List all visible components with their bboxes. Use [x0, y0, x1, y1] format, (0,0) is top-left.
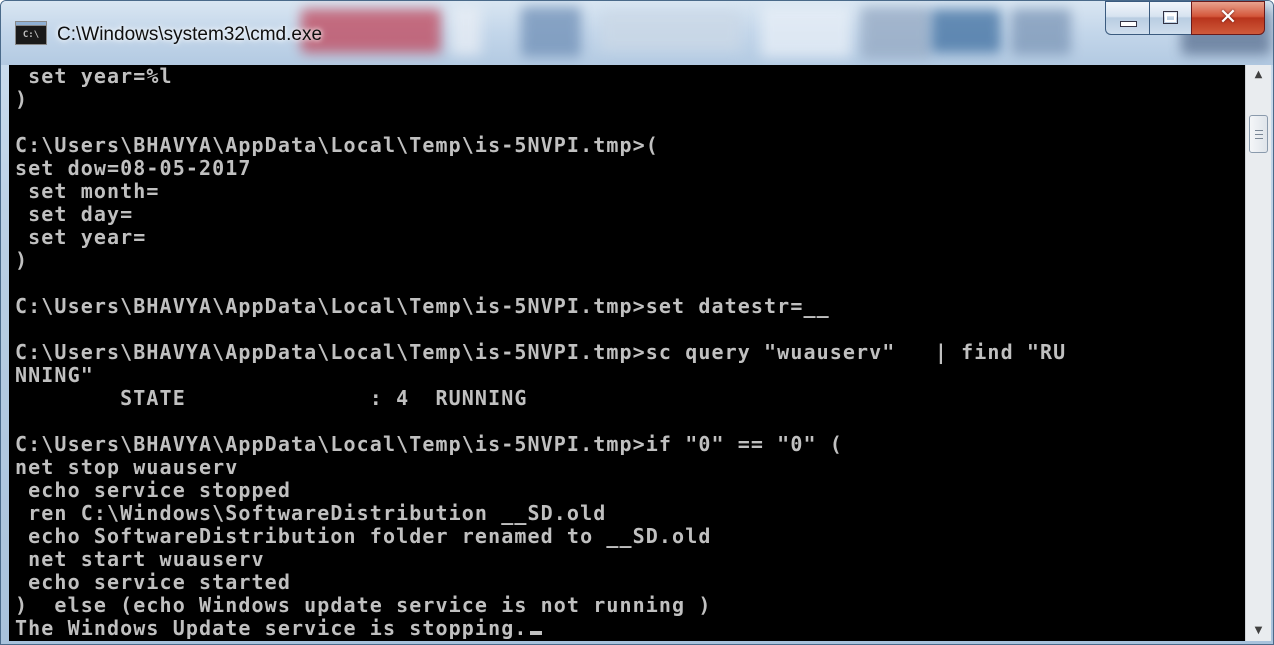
console-line: echo SoftwareDistribution folder renamed… — [15, 524, 712, 548]
console-line: set dow=08-05-2017 — [15, 156, 252, 180]
close-icon: ✕ — [1218, 5, 1238, 30]
vertical-scrollbar[interactable]: ▲ ▼ — [1245, 65, 1271, 641]
aero-blur — [1011, 9, 1071, 55]
aero-blur — [931, 9, 1001, 53]
aero-blur — [451, 5, 481, 55]
console-line: echo service stopped — [15, 478, 291, 502]
console-line: net start wuauserv — [15, 547, 265, 571]
close-button[interactable]: ✕ — [1191, 1, 1265, 35]
aero-blur — [601, 11, 741, 51]
aero-blur — [861, 7, 931, 59]
console-line: C:\Users\BHAVYA\AppData\Local\Temp\is-5N… — [15, 340, 1067, 364]
window-title: C:\Windows\system32\cmd.exe — [57, 24, 323, 45]
console-line: set year=%l — [15, 65, 173, 88]
minimize-button[interactable] — [1105, 1, 1149, 35]
console-last-line: The Windows Update service is stopping. — [15, 617, 1066, 640]
console-output[interactable]: set year=%l ) C:\Users\BHAVYA\AppData\Lo… — [9, 65, 1245, 641]
title-bar[interactable]: C:\ C:\Windows\system32\cmd.exe ✕ — [1, 1, 1273, 65]
console-lines: set year=%l ) C:\Users\BHAVYA\AppData\Lo… — [15, 65, 1066, 640]
console-line: NNING" — [15, 363, 94, 387]
console-line: ren C:\Windows\SoftwareDistribution __SD… — [15, 501, 607, 525]
console-line: STATE : 4 RUNNING — [15, 386, 528, 410]
console-line: C:\Users\BHAVYA\AppData\Local\Temp\is-5N… — [15, 294, 830, 318]
console-line: set month= — [15, 179, 160, 203]
console-line: set year= — [15, 225, 147, 249]
text-cursor — [529, 631, 542, 635]
maximize-icon — [1163, 11, 1178, 24]
cmd-app-icon[interactable]: C:\ — [15, 21, 47, 45]
grip-line — [1255, 134, 1263, 135]
scroll-up-arrow-icon[interactable]: ▲ — [1246, 65, 1271, 85]
console-line: C:\Users\BHAVYA\AppData\Local\Temp\is-5N… — [15, 133, 659, 157]
aero-blur — [521, 7, 581, 57]
console-line: set day= — [15, 202, 134, 226]
minimize-icon — [1120, 21, 1137, 27]
console-line: echo service started — [15, 570, 291, 594]
cmd-window: C:\ C:\Windows\system32\cmd.exe ✕ set ye… — [0, 0, 1274, 645]
console-line: ) — [15, 87, 29, 111]
console-line: C:\Users\BHAVYA\AppData\Local\Temp\is-5N… — [15, 432, 843, 456]
console-line: ) else (echo Windows update service is n… — [15, 593, 712, 617]
scrollbar-thumb[interactable] — [1249, 115, 1268, 153]
grip-line — [1255, 130, 1263, 131]
grip-line — [1255, 138, 1263, 139]
console-line: ) — [15, 248, 29, 272]
scroll-down-arrow-icon[interactable]: ▼ — [1246, 621, 1271, 641]
window-controls: ✕ — [1105, 1, 1265, 41]
console-line: net stop wuauserv — [15, 455, 239, 479]
maximize-button[interactable] — [1149, 1, 1191, 35]
aero-blur — [761, 5, 851, 57]
console-line-text: The Windows Update service is stopping. — [15, 616, 528, 640]
